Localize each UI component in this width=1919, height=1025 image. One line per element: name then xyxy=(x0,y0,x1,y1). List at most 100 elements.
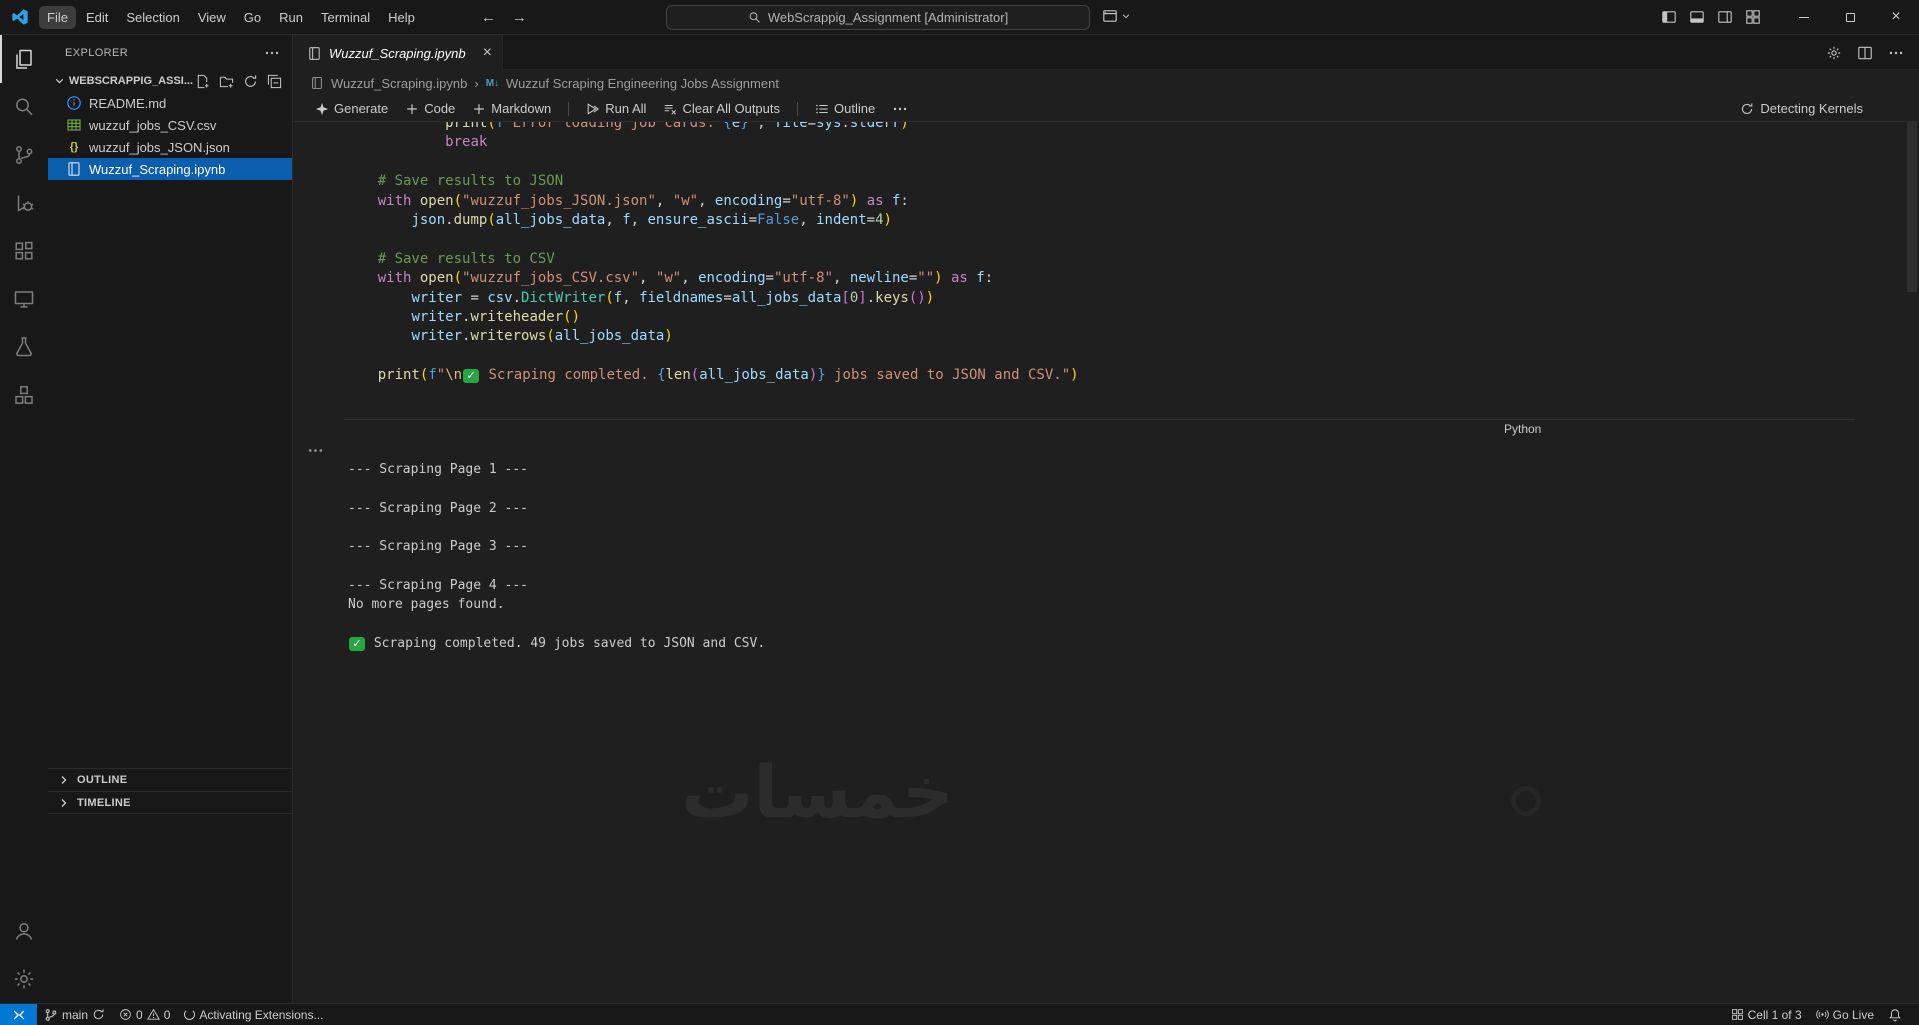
out-line xyxy=(348,479,1855,498)
run-all-icon xyxy=(587,102,600,115)
new-file-icon[interactable] xyxy=(195,74,210,89)
output-more-icon[interactable] xyxy=(307,442,324,459)
account-icon[interactable] xyxy=(0,907,48,955)
code-line[interactable]: print(f"\n ✓ Scraping completed. {len(all… xyxy=(344,366,1855,385)
remote-explorer-icon[interactable] xyxy=(0,275,48,323)
cell-position-indicator[interactable]: Cell 1 of 3 xyxy=(1724,1008,1809,1022)
code-line[interactable]: writer = csv.DictWriter(f, fieldnames=al… xyxy=(344,289,1855,308)
editor-settings-icon[interactable] xyxy=(1826,45,1842,61)
branch-button[interactable]: main xyxy=(37,1004,112,1025)
remote-indicator[interactable] xyxy=(0,1004,37,1025)
tab-wuzzuf-scraping[interactable]: Wuzzuf_Scraping.ipynb × xyxy=(293,35,503,71)
file-row-csv[interactable]: wuzzuf_jobs_CSV.csv xyxy=(48,114,292,136)
add-markdown-cell-button[interactable]: Markdown xyxy=(472,101,551,116)
code-line[interactable]: writer.writeheader() xyxy=(344,308,1855,327)
explorer-icon[interactable] xyxy=(0,35,48,83)
project-name: WEBSCRAPPIG_ASSI... xyxy=(68,75,193,87)
menu-edit[interactable]: Edit xyxy=(78,6,116,29)
more-actions-icon[interactable] xyxy=(1888,45,1904,61)
timeline-pane-header[interactable]: TIMELINE xyxy=(48,791,292,814)
file-name: README.md xyxy=(89,95,167,111)
toggle-sidebar-right-icon[interactable] xyxy=(1717,9,1733,25)
add-code-cell-button[interactable]: Code xyxy=(405,101,455,116)
breadcrumb-separator: › xyxy=(474,75,479,91)
sparkle-icon xyxy=(315,102,329,115)
forward-arrow-icon[interactable]: → xyxy=(512,9,527,26)
menu-help[interactable]: Help xyxy=(380,6,423,29)
maximize-button[interactable] xyxy=(1827,0,1873,34)
generate-button[interactable]: Generate xyxy=(315,101,388,116)
code-line[interactable]: break xyxy=(344,133,1855,152)
code-line[interactable] xyxy=(344,153,1855,172)
tab-label: Wuzzuf_Scraping.ipynb xyxy=(329,45,466,61)
scrollbar-thumb[interactable] xyxy=(1907,122,1917,292)
menu-run[interactable]: Run xyxy=(271,6,311,29)
code-line[interactable] xyxy=(344,386,1855,405)
minimize-button[interactable] xyxy=(1781,0,1827,34)
refresh-icon[interactable] xyxy=(243,74,258,89)
collapse-all-icon[interactable] xyxy=(267,74,282,89)
menu-go[interactable]: Go xyxy=(236,6,269,29)
file-row-json[interactable]: {} wuzzuf_jobs_JSON.json xyxy=(48,136,292,158)
outline-button[interactable]: Outline xyxy=(815,101,875,116)
run-all-button[interactable]: Run All xyxy=(586,101,646,116)
outline-pane-header[interactable]: OUTLINE xyxy=(48,768,292,791)
code-cell-editor[interactable]: print(f"Error loading job cards: {e}", f… xyxy=(344,122,1855,421)
settings-gear-icon[interactable] xyxy=(0,955,48,1003)
out-line: --- Scraping Page 1 --- xyxy=(348,462,529,478)
cell-language-picker[interactable]: Python xyxy=(1504,422,1541,436)
menu-terminal[interactable]: Terminal xyxy=(313,6,378,29)
back-arrow-icon[interactable]: ← xyxy=(481,9,496,26)
code-line[interactable] xyxy=(344,347,1855,366)
menu-view[interactable]: View xyxy=(190,6,234,29)
menu-file[interactable]: File xyxy=(39,5,76,29)
project-root-folder[interactable]: WEBSCRAPPIG_ASSI... xyxy=(48,70,292,92)
testing-icon[interactable] xyxy=(0,323,48,371)
code-line[interactable]: print(f"Error loading job cards: {e}", f… xyxy=(344,122,1855,133)
activating-extensions-status[interactable]: Activating Extensions... xyxy=(177,1004,330,1025)
code-line[interactable]: with open("wuzzuf_jobs_JSON.json", "w", … xyxy=(344,192,1855,211)
khamsat-watermark: خمسات xyxy=(681,750,954,834)
packages-icon[interactable] xyxy=(0,371,48,419)
file-name: wuzzuf_jobs_JSON.json xyxy=(89,139,230,155)
code-line[interactable]: # Save results to CSV xyxy=(344,250,1855,269)
run-debug-icon[interactable] xyxy=(0,179,48,227)
tab-close-icon[interactable]: × xyxy=(483,45,492,61)
search-sidebar-icon[interactable] xyxy=(0,83,48,131)
toggle-panel-icon[interactable] xyxy=(1689,9,1705,25)
file-row-ipynb[interactable]: Wuzzuf_Scraping.ipynb xyxy=(48,158,292,180)
code-line[interactable]: writer.writerows(all_jobs_data) xyxy=(344,327,1855,346)
menu-selection[interactable]: Selection xyxy=(118,6,187,29)
close-button[interactable]: × xyxy=(1873,0,1919,34)
source-control-icon[interactable] xyxy=(0,131,48,179)
toggle-sidebar-left-icon[interactable] xyxy=(1661,9,1677,25)
new-folder-icon[interactable] xyxy=(219,74,234,89)
code-line[interactable] xyxy=(344,230,1855,249)
breadcrumb-file[interactable]: Wuzzuf_Scraping.ipynb xyxy=(331,76,467,91)
go-live-button[interactable]: Go Live xyxy=(1809,1008,1881,1022)
notifications-bell-icon[interactable] xyxy=(1881,1008,1909,1022)
table-icon xyxy=(67,119,81,131)
extensions-icon[interactable] xyxy=(0,227,48,275)
clear-all-outputs-button[interactable]: Clear All Outputs xyxy=(663,101,780,116)
toolbar-more-icon[interactable] xyxy=(892,101,908,117)
kernel-picker-button[interactable]: Detecting Kernels xyxy=(1740,101,1863,116)
file-row-readme[interactable]: README.md xyxy=(48,92,292,114)
customize-layout-icon[interactable] xyxy=(1745,9,1761,25)
problems-button[interactable]: 0 0 xyxy=(112,1004,177,1025)
remote-window-button[interactable] xyxy=(1102,8,1131,24)
code-line[interactable]: with open("wuzzuf_jobs_CSV.csv", "w", en… xyxy=(344,269,1855,288)
git-branch-icon xyxy=(45,1008,57,1021)
code-line[interactable]: # Save results to JSON xyxy=(344,172,1855,191)
explorer-more-actions-icon[interactable] xyxy=(264,45,280,61)
markdown-icon: M↓ xyxy=(485,77,500,89)
vscode-logo-icon xyxy=(11,8,29,26)
split-editor-icon[interactable] xyxy=(1857,45,1873,61)
out-line: --- Scraping Page 3 --- xyxy=(348,539,529,555)
breadcrumb-section[interactable]: Wuzzuf Scraping Engineering Jobs Assignm… xyxy=(506,76,779,91)
search-icon xyxy=(748,11,761,24)
command-center-search[interactable]: WebScrappig_Assignment [Administrator] xyxy=(666,5,1090,30)
file-name: wuzzuf_jobs_CSV.csv xyxy=(89,117,217,133)
code-line[interactable]: json.dump(all_jobs_data, f, ensure_ascii… xyxy=(344,211,1855,230)
watermark-mark xyxy=(1511,786,1541,816)
